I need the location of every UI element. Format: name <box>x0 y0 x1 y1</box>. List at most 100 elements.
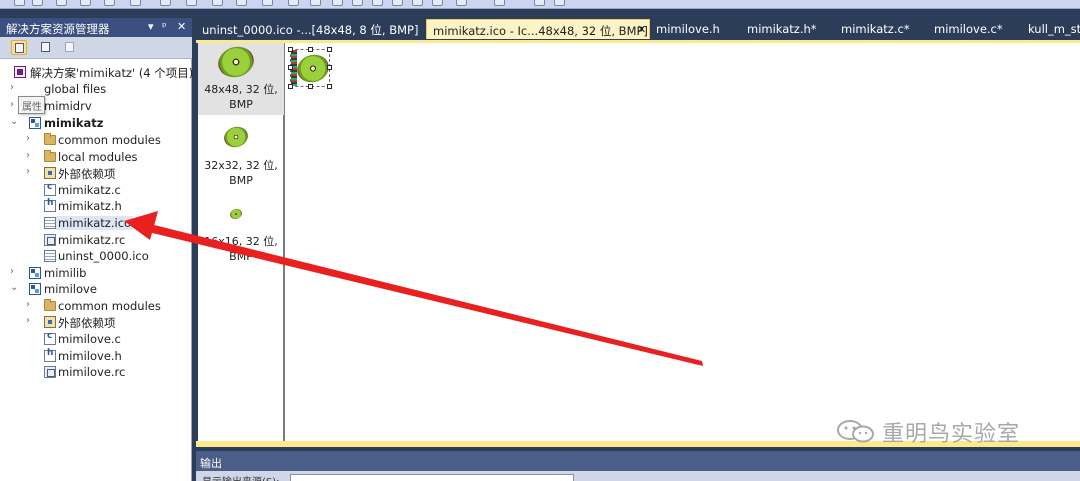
show-all-files-icon <box>41 42 50 52</box>
tree-label: mimilove.h <box>58 349 122 363</box>
toolbar-button[interactable] <box>372 0 383 6</box>
resize-handle[interactable] <box>308 47 313 52</box>
toolbar-button[interactable] <box>310 0 321 6</box>
solution-explorer: 解决方案资源管理器 ▾ ᵖ ✕ 解决方案'mimikatz' (4 个项目) ›… <box>0 18 194 481</box>
resize-handle[interactable] <box>327 65 332 70</box>
tree-label: global files <box>44 82 107 96</box>
image-file-icon <box>44 250 56 262</box>
expand-arrow-icon[interactable]: › <box>10 266 14 277</box>
toolbar-button[interactable] <box>262 0 273 6</box>
solution-explorer-title-text: 解决方案资源管理器 <box>6 22 110 36</box>
tab-mimilove-h[interactable]: mimilove.h <box>650 19 730 39</box>
tree-label: mimikatz.c <box>58 183 121 197</box>
toolbar-button[interactable] <box>80 0 91 6</box>
wechat-logo-icon <box>837 420 874 443</box>
h-file-icon <box>44 348 56 362</box>
tree-label: mimilib <box>44 266 87 280</box>
solution-label: 解决方案'mimikatz' (4 个项目) <box>30 66 194 80</box>
expand-arrow-icon[interactable]: › <box>26 299 30 310</box>
show-all-files-button[interactable] <box>38 40 54 55</box>
format-type-label: BMP <box>229 98 253 111</box>
toolbar-button[interactable] <box>104 0 115 6</box>
resize-handle[interactable] <box>327 47 332 52</box>
solution-explorer-toolbar <box>0 37 192 59</box>
icon-format-16[interactable]: 16x16, 32 位, BMP <box>198 195 284 267</box>
expand-arrow-icon[interactable]: › <box>26 150 30 161</box>
toolbar-button[interactable] <box>130 0 141 6</box>
tab-mimikatz-h[interactable]: mimikatz.h* <box>741 19 827 39</box>
c-file-icon <box>44 331 56 345</box>
tab-kull-m-str[interactable]: kull_m_str <box>1022 19 1080 39</box>
close-icon[interactable]: ✕ <box>177 20 186 33</box>
view-class-diagram-button[interactable] <box>62 40 78 55</box>
collapse-arrow-icon[interactable]: ⌄ <box>10 116 18 127</box>
tab-label: uninst_0000.ico -...[48x48, 8 位, BMP] <box>202 23 418 37</box>
kiwi-icon <box>228 207 244 221</box>
resize-handle[interactable] <box>327 84 332 89</box>
expand-arrow-icon[interactable]: › <box>26 166 30 177</box>
tab-mimilove-c[interactable]: mimilove.c* <box>928 19 1014 39</box>
rc-file-icon <box>44 234 56 246</box>
pin-icon[interactable]: ᵖ <box>162 20 167 33</box>
icon-format-48[interactable]: 48x48, 32 位, BMP <box>198 42 284 115</box>
toolbar-button[interactable] <box>236 0 247 6</box>
toolbar-button[interactable] <box>554 0 565 6</box>
format-type-label: BMP <box>229 174 253 187</box>
tree-label: mimikatz.ico <box>56 216 134 230</box>
watermark: 重明鸟实验室 <box>836 415 1056 447</box>
expand-arrow-icon[interactable]: › <box>26 315 30 326</box>
rc-file-icon <box>44 366 56 378</box>
tree-label: common modules <box>58 299 161 313</box>
toolbar-button[interactable] <box>14 0 25 6</box>
tab-uninst-ico[interactable]: uninst_0000.ico -...[48x48, 8 位, BMP] <box>196 19 418 39</box>
tree-label: mimikatz <box>44 116 104 130</box>
panel-menu-icon[interactable]: ▾ <box>148 20 154 33</box>
tab-label: kull_m_str <box>1028 22 1080 36</box>
expand-arrow-icon[interactable]: › <box>26 133 30 144</box>
resize-handle[interactable] <box>308 84 313 89</box>
icon-format-32[interactable]: 32x32, 32 位, BMP <box>198 119 284 191</box>
toolbar-button[interactable] <box>160 0 171 6</box>
output-toolbar: 显示输出来源(S): <box>196 471 1080 481</box>
properties-button[interactable] <box>11 40 27 55</box>
close-tab-icon[interactable]: ✕ <box>637 23 646 36</box>
resize-handle[interactable] <box>288 84 293 89</box>
output-source-select[interactable] <box>290 474 574 481</box>
toolbar-button[interactable] <box>412 0 423 6</box>
toolbar-button[interactable] <box>288 0 299 6</box>
folder-icon <box>44 150 56 162</box>
toolbar-button[interactable] <box>186 0 197 6</box>
properties-icon <box>15 43 24 53</box>
tree-label: mimikatz.h <box>58 199 122 213</box>
tree-label: mimilove <box>44 282 97 296</box>
toolbar-button[interactable] <box>494 0 505 6</box>
collapse-arrow-icon[interactable]: ⌄ <box>10 282 18 293</box>
toolbar-button[interactable] <box>392 0 403 6</box>
tab-mimikatz-ico[interactable]: mimikatz.ico - Ic...48x48, 32 位, BMP] ✕ <box>426 19 650 39</box>
tree-label: 外部依赖项 <box>58 316 116 330</box>
toolbar-button[interactable] <box>32 0 43 6</box>
solution-explorer-title: 解决方案资源管理器 ▾ ᵖ ✕ <box>0 18 192 37</box>
toolbar-button[interactable] <box>432 0 443 6</box>
toolbar-button[interactable] <box>212 0 223 6</box>
tab-label: mimilove.h <box>656 22 720 36</box>
tab-mimikatz-c[interactable]: mimikatz.c* <box>835 19 921 39</box>
toolbar-button[interactable] <box>352 0 363 6</box>
toolbar-button[interactable] <box>56 0 67 6</box>
resize-handle[interactable] <box>288 65 293 70</box>
expand-arrow-icon[interactable]: › <box>10 99 14 110</box>
toolbar-button[interactable] <box>332 0 343 6</box>
expand-arrow-icon[interactable]: › <box>10 82 14 93</box>
icon-format-list: 48x48, 32 位, BMP 32x32, 32 位, BMP 16x16,… <box>198 42 285 442</box>
edited-icon-image[interactable] <box>288 47 333 89</box>
tree-label: uninst_0000.ico <box>58 249 149 263</box>
tree-label: mimikatz.rc <box>58 233 126 247</box>
resize-handle[interactable] <box>288 47 293 52</box>
output-source-label: 显示输出来源(S): <box>202 473 280 481</box>
folder-icon <box>44 299 56 311</box>
image-file-icon <box>44 217 56 229</box>
output-panel: 输出 显示输出来源(S): <box>196 451 1080 481</box>
toolbar-button[interactable] <box>534 0 545 6</box>
toolbar-button[interactable] <box>456 0 467 6</box>
icon-canvas[interactable] <box>287 43 1080 442</box>
